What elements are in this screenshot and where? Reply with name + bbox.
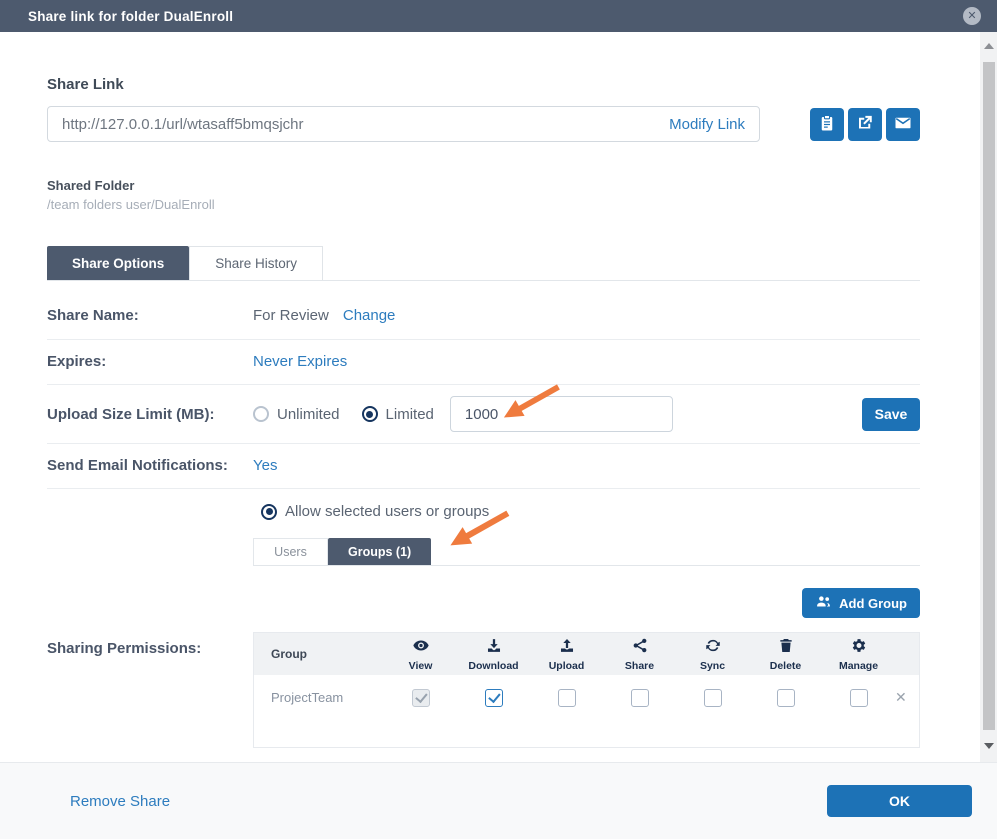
- gear-icon: [850, 637, 868, 659]
- share-name-row: Share Name: For Review Change: [47, 281, 920, 340]
- change-share-name-link[interactable]: Change: [343, 307, 396, 324]
- share-name-label: Share Name:: [47, 307, 253, 324]
- email-notifications-label: Send Email Notifications:: [47, 457, 253, 474]
- permissions-table-header: Group View Download: [254, 633, 919, 675]
- shared-folder-path: /team folders user/DualEnroll: [47, 197, 920, 212]
- allow-selected-radio-label[interactable]: Allow selected users or groups: [285, 503, 489, 520]
- remove-group-icon[interactable]: ✕: [895, 689, 919, 706]
- envelope-icon: [894, 114, 912, 135]
- remove-share-link[interactable]: Remove Share: [70, 793, 170, 810]
- upload-icon: [558, 637, 576, 659]
- column-label-upload: Upload: [549, 660, 585, 672]
- download-icon: [485, 637, 503, 659]
- sharing-permissions-label: Sharing Permissions:: [47, 632, 253, 748]
- add-group-row: Add Group: [47, 566, 920, 618]
- column-header-view: View: [384, 637, 457, 672]
- sharing-permissions-section: Sharing Permissions: Group View Dow: [47, 632, 920, 748]
- unlimited-radio[interactable]: [253, 406, 269, 422]
- close-icon[interactable]: ✕: [963, 7, 981, 25]
- permissions-table-row: ProjectTeam ✕: [254, 675, 919, 720]
- dialog-header: Share link for folder DualEnroll ✕: [0, 0, 997, 32]
- trash-icon: [777, 637, 795, 659]
- scrollbar-thumb[interactable]: [983, 62, 995, 730]
- unlimited-radio-label[interactable]: Unlimited: [277, 406, 340, 423]
- email-notifications-value-link[interactable]: Yes: [253, 457, 277, 474]
- share-checkbox[interactable]: [631, 689, 649, 707]
- column-header-sync: Sync: [676, 637, 749, 672]
- column-header-delete: Delete: [749, 637, 822, 672]
- upload-limit-label: Upload Size Limit (MB):: [47, 406, 253, 423]
- column-label-manage: Manage: [839, 660, 878, 672]
- manage-checkbox[interactable]: [850, 689, 868, 707]
- limited-radio-label[interactable]: Limited: [386, 406, 434, 423]
- expires-value-link[interactable]: Never Expires: [253, 353, 347, 370]
- table-filler: [254, 720, 919, 747]
- column-label-delete: Delete: [770, 660, 802, 672]
- group-name: ProjectTeam: [254, 690, 384, 705]
- column-header-manage: Manage: [822, 637, 895, 672]
- tab-share-options[interactable]: Share Options: [47, 246, 189, 280]
- sync-icon: [704, 637, 722, 659]
- expires-label: Expires:: [47, 353, 253, 370]
- share-icon: [631, 637, 649, 659]
- column-header-upload: Upload: [530, 637, 603, 672]
- shared-folder-label: Shared Folder: [47, 178, 920, 193]
- share-url-value: http://127.0.0.1/url/wtasaff5bmqsjchr: [62, 116, 669, 133]
- dialog-body: Share Link http://127.0.0.1/url/wtasaff5…: [0, 32, 980, 762]
- allow-selected-radio[interactable]: [261, 504, 277, 520]
- scroll-down-icon: [984, 743, 994, 749]
- download-checkbox[interactable]: [485, 689, 503, 707]
- external-link-icon: [856, 114, 874, 135]
- share-link-dialog: Share link for folder DualEnroll ✕ Share…: [0, 0, 997, 839]
- share-name-value: For Review: [253, 307, 329, 324]
- ok-button[interactable]: OK: [827, 785, 972, 817]
- eye-icon: [412, 637, 430, 659]
- dialog-title: Share link for folder DualEnroll: [28, 9, 233, 24]
- add-group-label: Add Group: [839, 596, 907, 611]
- permissions-table: Group View Download: [253, 632, 920, 748]
- scrollbar[interactable]: [980, 32, 997, 762]
- scroll-down-button[interactable]: [980, 738, 997, 754]
- scroll-up-button[interactable]: [980, 38, 997, 54]
- share-link-heading: Share Link: [47, 76, 920, 93]
- column-header-download: Download: [457, 637, 530, 672]
- column-label-download: Download: [468, 660, 518, 672]
- access-tabs: Users Groups (1): [253, 538, 920, 566]
- users-group-icon: [815, 593, 832, 613]
- tab-groups[interactable]: Groups (1): [328, 538, 431, 565]
- modify-link-button[interactable]: Modify Link: [669, 116, 745, 133]
- scroll-up-icon: [984, 43, 994, 49]
- add-group-button[interactable]: Add Group: [802, 588, 920, 618]
- limited-radio[interactable]: [362, 406, 378, 422]
- upload-limit-row: Upload Size Limit (MB): Unlimited Limite…: [47, 385, 920, 444]
- email-notifications-row: Send Email Notifications: Yes: [47, 444, 920, 489]
- open-link-button[interactable]: [848, 108, 882, 141]
- copy-link-button[interactable]: [810, 108, 844, 141]
- dialog-footer: Remove Share OK: [0, 762, 997, 839]
- upload-checkbox[interactable]: [558, 689, 576, 707]
- share-url-field[interactable]: http://127.0.0.1/url/wtasaff5bmqsjchr Mo…: [47, 106, 760, 142]
- column-label-sync: Sync: [700, 660, 725, 672]
- column-header-share: Share: [603, 637, 676, 672]
- view-checkbox: [412, 689, 430, 707]
- save-button[interactable]: Save: [862, 398, 920, 431]
- sync-checkbox[interactable]: [704, 689, 722, 707]
- clipboard-icon: [818, 114, 836, 135]
- link-action-buttons: [810, 108, 920, 141]
- share-link-row: http://127.0.0.1/url/wtasaff5bmqsjchr Mo…: [47, 106, 920, 142]
- column-header-group: Group: [254, 647, 384, 661]
- tab-share-history[interactable]: Share History: [189, 246, 323, 280]
- tab-users[interactable]: Users: [253, 538, 328, 565]
- delete-checkbox[interactable]: [777, 689, 795, 707]
- expires-row: Expires: Never Expires: [47, 340, 920, 385]
- column-label-share: Share: [625, 660, 654, 672]
- main-tabs: Share Options Share History: [47, 246, 920, 281]
- column-label-view: View: [409, 660, 433, 672]
- shared-folder-block: Shared Folder /team folders user/DualEnr…: [47, 178, 920, 212]
- allow-selected-row: Allow selected users or groups: [47, 489, 920, 532]
- upload-limit-input[interactable]: [450, 396, 673, 432]
- email-link-button[interactable]: [886, 108, 920, 141]
